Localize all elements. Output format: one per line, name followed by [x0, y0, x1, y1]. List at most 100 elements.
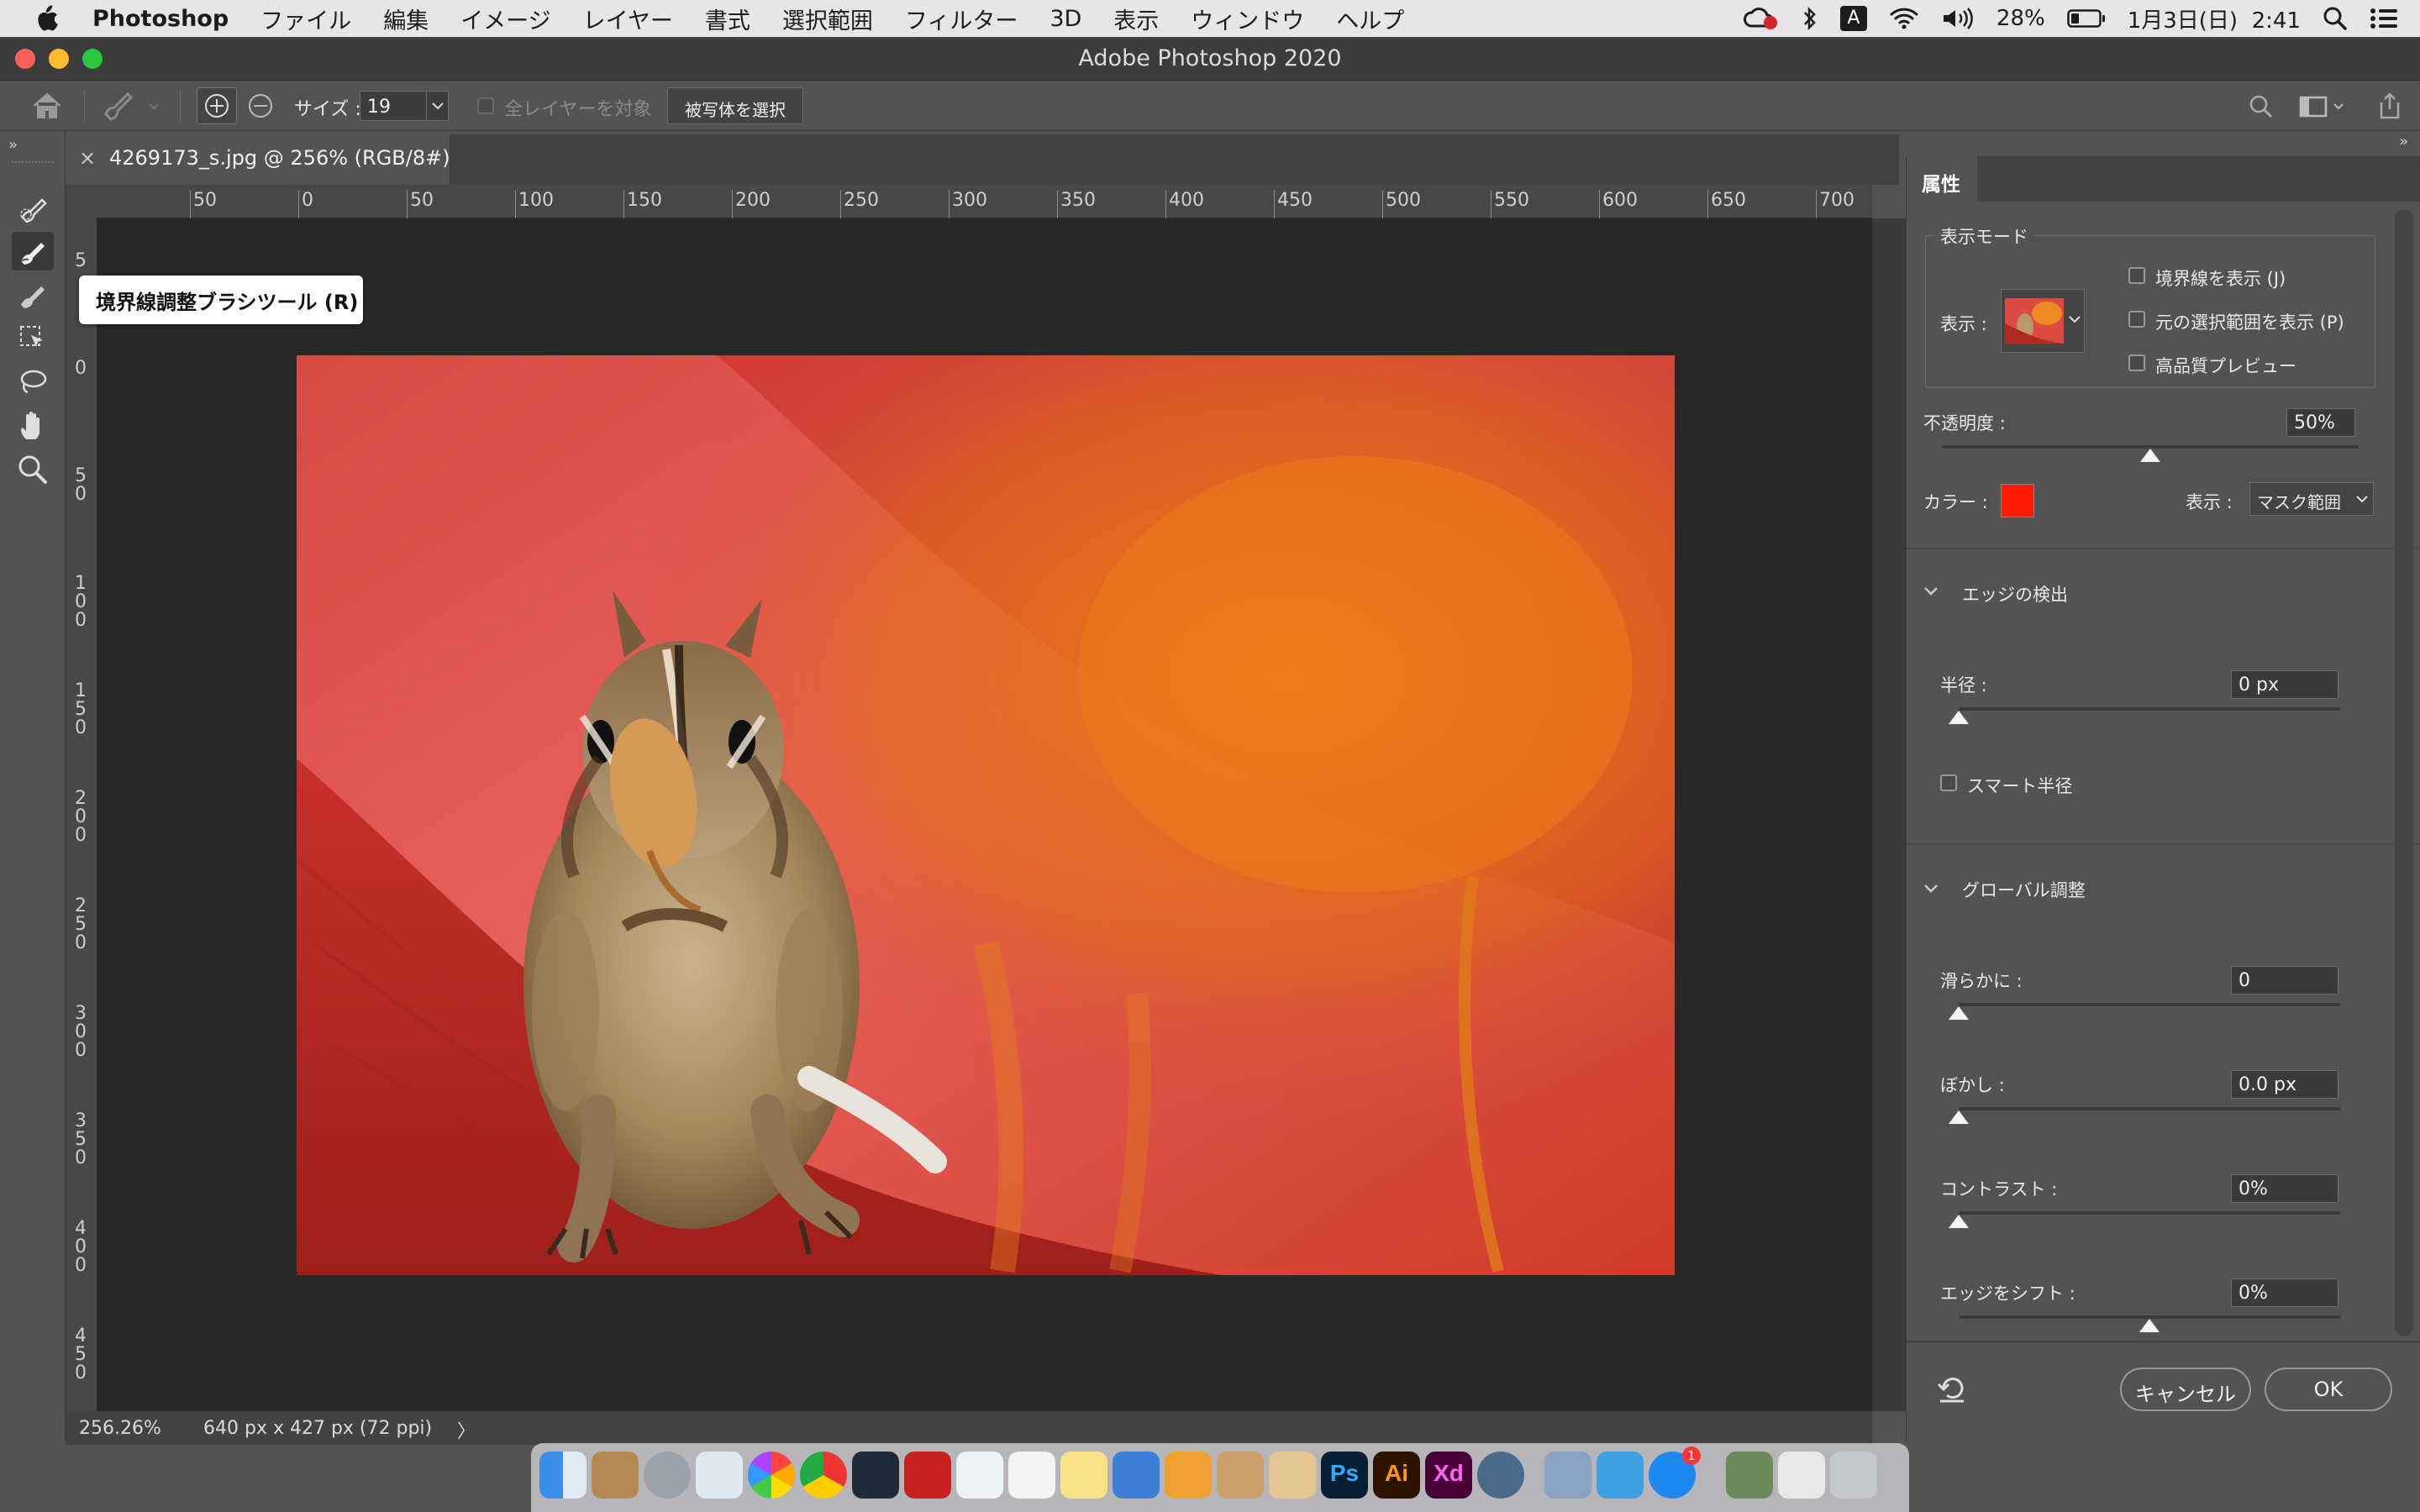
document-stack-icon[interactable]	[1778, 1452, 1825, 1499]
notebook-app-icon[interactable]	[592, 1452, 639, 1499]
smart-radius-checkbox[interactable]	[1940, 774, 1957, 791]
keynote-icon[interactable]	[1113, 1452, 1160, 1499]
contrast-slider[interactable]	[1949, 1211, 2340, 1228]
photo-folder-icon[interactable]	[1726, 1452, 1773, 1499]
menu-image[interactable]: イメージ	[460, 3, 550, 35]
menu-file[interactable]: ファイル	[260, 3, 351, 35]
photos-icon[interactable]	[748, 1452, 795, 1499]
chevron-down-icon[interactable]	[2069, 315, 2081, 323]
edge-detection-title[interactable]: エッジの検出	[1962, 581, 2068, 606]
status-menu-arrow-icon[interactable]: 〉	[457, 1416, 476, 1443]
smooth-input[interactable]: 0	[2231, 966, 2338, 995]
panel-scrollbar[interactable]	[2395, 210, 2413, 1336]
numbers-icon[interactable]	[956, 1452, 1003, 1499]
object-selection-tool[interactable]	[12, 319, 54, 358]
select-subject-button[interactable]: 被写体を選択	[667, 87, 803, 124]
menu-help[interactable]: ヘルプ	[1336, 3, 1404, 35]
zoom-tool[interactable]	[12, 450, 54, 489]
close-tab-icon[interactable]: ×	[79, 146, 96, 170]
finder-icon[interactable]	[539, 1452, 587, 1499]
notification-center-icon[interactable]	[2370, 7, 2398, 30]
apple-menu-icon[interactable]	[34, 5, 59, 32]
ruler-origin[interactable]	[66, 185, 97, 218]
battery-icon[interactable]	[2066, 8, 2106, 29]
illustrator-dock-icon[interactable]: Ai	[1373, 1452, 1420, 1499]
image-capture-icon[interactable]	[1544, 1452, 1591, 1499]
document-image[interactable]	[297, 355, 1675, 1275]
notes-icon[interactable]	[1060, 1452, 1107, 1499]
creative-cloud-icon[interactable]	[1743, 6, 1780, 31]
photoshop-dock-icon[interactable]: Ps	[1321, 1452, 1368, 1499]
search-icon[interactable]	[2249, 94, 2274, 119]
toolbar-grip[interactable]	[12, 161, 54, 166]
panel-collapse-icon[interactable]: »	[2399, 133, 2408, 150]
all-layers-checkbox[interactable]	[477, 97, 494, 114]
launchpad-icon[interactable]	[644, 1452, 691, 1499]
trash-icon[interactable]	[1830, 1452, 1877, 1499]
filezilla-icon[interactable]	[904, 1452, 951, 1499]
preview-icon[interactable]	[696, 1452, 743, 1499]
shift-edge-input[interactable]: 0%	[2231, 1278, 2338, 1307]
collapse-arrows-icon[interactable]: »	[8, 136, 18, 154]
menu-select[interactable]: 選択範囲	[782, 3, 873, 35]
menu-window[interactable]: ウィンドウ	[1191, 3, 1304, 35]
display-dropdown[interactable]: マスク範囲	[2249, 482, 2374, 516]
collapse-global-section-icon[interactable]	[1923, 884, 1939, 894]
view-mode-picker[interactable]	[2001, 289, 2085, 353]
size-input[interactable]: 19	[360, 91, 449, 121]
brush-add-mode-icon[interactable]	[197, 87, 237, 124]
menu-edit[interactable]: 編集	[383, 3, 429, 35]
zoom-level[interactable]: 256.26%	[79, 1418, 161, 1439]
show-original-checkbox[interactable]	[2128, 311, 2145, 328]
cancel-button[interactable]: キャンセル	[2120, 1368, 2251, 1411]
quick-selection-tool[interactable]	[12, 188, 54, 227]
brush-subtract-mode-icon[interactable]	[247, 92, 274, 119]
refine-edge-brush-tool[interactable]	[12, 232, 54, 270]
reset-icon[interactable]	[1937, 1374, 1967, 1404]
smooth-slider[interactable]	[1949, 1003, 2340, 1020]
clock[interactable]: 1月3日(日) 2:41	[2128, 3, 2301, 34]
volume-icon[interactable]	[1941, 7, 1975, 30]
menu-filter[interactable]: フィルター	[905, 3, 1018, 35]
tool-preset-picker-icon[interactable]	[99, 89, 160, 123]
bluetooth-icon[interactable]	[1802, 6, 1818, 31]
menu-layer[interactable]: レイヤー	[583, 3, 673, 35]
xd-dock-icon[interactable]: Xd	[1425, 1452, 1472, 1499]
high-quality-preview-checkbox[interactable]	[2128, 354, 2145, 371]
chevron-down-icon[interactable]	[426, 92, 448, 120]
app-store-icon[interactable]: 1	[1649, 1446, 1701, 1499]
global-refinements-title[interactable]: グローバル調整	[1962, 877, 2086, 902]
chevron-down-icon[interactable]	[2356, 495, 2368, 503]
overlay-color-swatch[interactable]	[2001, 484, 2034, 517]
radius-slider[interactable]	[1949, 707, 2340, 724]
lasso-tool[interactable]	[12, 363, 54, 402]
input-method-icon[interactable]: A	[1839, 6, 1867, 31]
quicktime-icon[interactable]	[1477, 1452, 1524, 1499]
hand-tool[interactable]	[12, 407, 54, 445]
contrast-input[interactable]: 0%	[2231, 1174, 2338, 1203]
document-tab[interactable]: × 4269173_s.jpg @ 256% (RGB/8#)	[67, 134, 450, 185]
archive-utility-icon[interactable]	[1217, 1452, 1264, 1499]
show-edge-checkbox[interactable]	[2128, 267, 2145, 284]
feather-input[interactable]: 0.0 px	[2231, 1070, 2338, 1099]
network-utility-icon[interactable]	[1597, 1452, 1644, 1499]
share-icon[interactable]	[2375, 91, 2405, 121]
screenshot-app-icon[interactable]	[852, 1452, 899, 1499]
pages-icon[interactable]	[1165, 1452, 1212, 1499]
spotlight-icon[interactable]	[2323, 6, 2348, 31]
radius-input[interactable]: 0 px	[2231, 670, 2338, 699]
menu-view[interactable]: 表示	[1113, 3, 1159, 35]
reminders-icon[interactable]	[1008, 1452, 1055, 1499]
canvas-vertical-scrollbar[interactable]	[1872, 218, 1906, 1411]
menu-type[interactable]: 書式	[705, 3, 750, 35]
workspace-icon[interactable]	[2299, 94, 2346, 119]
shift-edge-slider[interactable]	[1959, 1315, 2340, 1332]
ok-button[interactable]: OK	[2265, 1368, 2392, 1411]
opacity-input[interactable]: 50%	[2286, 408, 2355, 437]
opacity-slider[interactable]	[1942, 445, 2359, 462]
chrome-icon[interactable]	[800, 1452, 847, 1499]
wifi-icon[interactable]	[1889, 7, 1919, 30]
menu-3d[interactable]: 3D	[1050, 6, 1081, 32]
home-icon[interactable]	[30, 91, 64, 121]
menu-app-photoshop[interactable]: Photoshop	[92, 6, 229, 32]
